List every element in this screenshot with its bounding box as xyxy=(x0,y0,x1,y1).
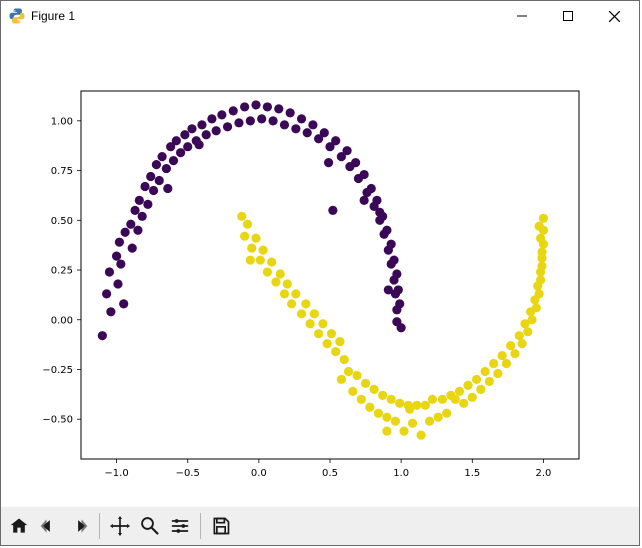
svg-text:−0.5: −0.5 xyxy=(176,468,200,479)
svg-text:−0.25: −0.25 xyxy=(42,365,73,376)
toolbar-separator xyxy=(200,513,201,539)
toolbar-separator xyxy=(99,513,100,539)
python-app-icon xyxy=(9,8,25,24)
back-icon[interactable] xyxy=(35,510,63,542)
svg-text:0.5: 0.5 xyxy=(322,468,338,479)
svg-text:−0.50: −0.50 xyxy=(42,415,73,426)
maximize-button[interactable] xyxy=(545,1,591,31)
figure-window: Figure 1 −1.0 −0.5 0.0 0.5 1.0 1.5 2.0 −0.50 −0.… xyxy=(0,0,640,546)
svg-text:0.50: 0.50 xyxy=(51,216,73,227)
pan-icon[interactable] xyxy=(106,510,134,542)
close-button[interactable] xyxy=(591,1,637,31)
svg-text:−1.0: −1.0 xyxy=(104,468,128,479)
svg-text:1.0: 1.0 xyxy=(393,468,409,479)
svg-text:0.00: 0.00 xyxy=(51,315,73,326)
titlebar: Figure 1 xyxy=(1,1,639,31)
save-icon[interactable] xyxy=(207,510,235,542)
svg-text:2.0: 2.0 xyxy=(535,468,551,479)
nav-toolbar xyxy=(1,507,639,545)
svg-text:0.25: 0.25 xyxy=(51,266,73,277)
configure-subplots-icon[interactable] xyxy=(166,510,194,542)
zoom-icon[interactable] xyxy=(136,510,164,542)
svg-text:1.00: 1.00 xyxy=(51,116,73,127)
svg-text:0.75: 0.75 xyxy=(51,166,73,177)
minimize-button[interactable] xyxy=(499,1,545,31)
window-title: Figure 1 xyxy=(31,9,75,23)
home-icon[interactable] xyxy=(5,510,33,542)
svg-text:1.5: 1.5 xyxy=(464,468,480,479)
plot-canvas[interactable]: −1.0 −0.5 0.0 0.5 1.0 1.5 2.0 −0.50 −0.25 0.00 0.2… xyxy=(1,31,639,507)
scatter-plot: −1.0 −0.5 0.0 0.5 1.0 1.5 2.0 −0.50 −0.25 0.00 0.2… xyxy=(1,31,641,509)
svg-text:0.0: 0.0 xyxy=(251,468,267,479)
forward-icon[interactable] xyxy=(65,510,93,542)
